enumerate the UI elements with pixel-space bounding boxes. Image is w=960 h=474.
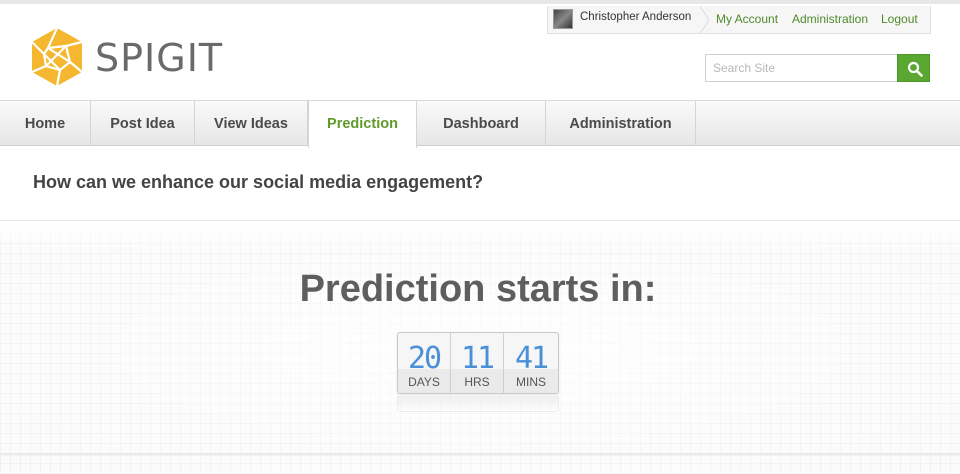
my-account-link[interactable]: My Account [716, 12, 778, 26]
main-nav: Home Post Idea View Ideas Prediction Das… [0, 100, 960, 148]
user-avatar[interactable] [553, 9, 573, 29]
nav-item-administration[interactable]: Administration [546, 101, 696, 146]
countdown-days-label: DAYS [408, 375, 440, 389]
countdown-hours-value: 11 [460, 341, 495, 376]
countdown-minutes-label: MINS [516, 375, 546, 389]
countdown-minutes: 41 MINS [504, 333, 558, 393]
spigit-logo[interactable]: SPIGIT [26, 26, 231, 88]
countdown-reflection [397, 396, 559, 412]
search-input[interactable] [705, 54, 898, 82]
nav-item-view-ideas[interactable]: View Ideas [195, 101, 308, 146]
prediction-heading: Prediction starts in: [299, 268, 657, 310]
header: SPIGIT Christopher Anderson My Account A… [0, 0, 960, 100]
nav-item-home[interactable]: Home [0, 101, 91, 146]
nav-item-dashboard[interactable]: Dashboard [417, 101, 546, 146]
divider [0, 453, 960, 456]
user-bar: Christopher Anderson My Account Administ… [547, 6, 931, 34]
countdown-days: 20 DAYS [398, 333, 451, 393]
search-button[interactable] [897, 54, 930, 82]
countdown-hours-label: HRS [464, 375, 490, 389]
logout-link[interactable]: Logout [881, 12, 918, 26]
spigit-logo-icon [31, 27, 83, 87]
countdown-minutes-value: 41 [514, 341, 549, 376]
countdown-hours: 11 HRS [451, 333, 504, 393]
question-title: How can we enhance our social media enga… [33, 172, 484, 192]
countdown-days-value: 20 [407, 341, 442, 376]
search-box [705, 54, 930, 82]
username[interactable]: Christopher Anderson [580, 11, 691, 23]
nav-item-prediction[interactable]: Prediction [308, 100, 417, 148]
countdown-timer: 20 DAYS 11 HRS 41 MINS [397, 332, 559, 394]
search-icon [907, 61, 923, 77]
brand-name: SPIGIT [95, 36, 224, 80]
nav-item-post-idea[interactable]: Post Idea [91, 101, 195, 146]
administration-link[interactable]: Administration [792, 12, 868, 26]
breadcrumb-separator-icon [700, 6, 710, 34]
